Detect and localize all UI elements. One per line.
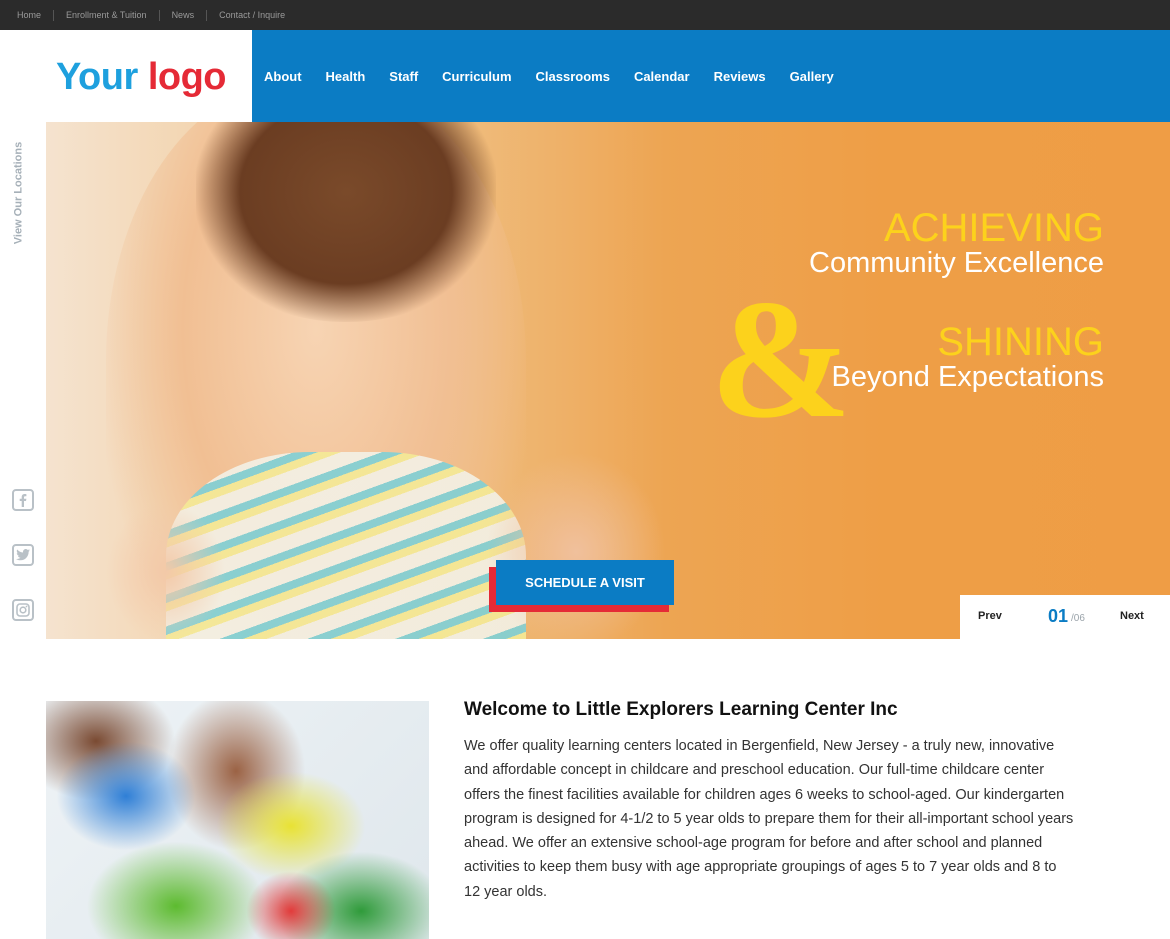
nav-item-calendar[interactable]: Calendar — [634, 69, 690, 84]
view-locations-label: View Our Locations — [12, 141, 25, 245]
hero-line-shining: SHINING — [937, 320, 1104, 364]
logo-word-logo: logo — [147, 56, 227, 98]
hero-ampersand: & — [710, 265, 852, 453]
hero-line-beyond: Beyond Expectations — [831, 361, 1104, 393]
nav-item-reviews[interactable]: Reviews — [714, 69, 766, 84]
hero-headline: & ACHIEVING Community Excellence SHINING… — [684, 206, 1104, 444]
utility-link-enrollment[interactable]: Enrollment & Tuition — [41, 10, 147, 21]
main-nav-list: About Health Staff Curriculum Classrooms… — [252, 30, 1170, 122]
nav-item-health[interactable]: Health — [326, 69, 366, 84]
slider-prev-button[interactable]: Prev — [978, 610, 1002, 622]
view-locations-link[interactable]: View Our Locations — [9, 142, 29, 245]
main-nav: About Health Staff Curriculum Classrooms… — [252, 30, 1170, 122]
utility-link-home[interactable]: Home — [17, 10, 41, 20]
instagram-glyph — [16, 603, 30, 617]
slider-current-index: 01 — [1048, 606, 1069, 626]
instagram-icon[interactable] — [12, 599, 34, 621]
hero-line-community: Community Excellence — [809, 247, 1104, 279]
utility-link-news[interactable]: News — [147, 10, 195, 21]
utility-links: Home Enrollment & Tuition News Contact /… — [0, 0, 1170, 30]
hero-slider: & ACHIEVING Community Excellence SHINING… — [46, 122, 1170, 639]
nav-item-staff[interactable]: Staff — [389, 69, 418, 84]
hero-line-achieving: ACHIEVING — [883, 206, 1104, 250]
nav-item-gallery[interactable]: Gallery — [790, 69, 834, 84]
nav-item-classrooms[interactable]: Classrooms — [536, 69, 610, 84]
facebook-icon[interactable] — [12, 489, 34, 511]
facebook-glyph — [19, 494, 27, 507]
welcome-title: Welcome to Little Explorers Learning Cen… — [464, 699, 898, 720]
logo-word-your: Your — [56, 56, 138, 98]
welcome-body: We offer quality learning centers locate… — [464, 738, 1074, 900]
finger-paint-image — [46, 701, 429, 939]
slider-next-button[interactable]: Next — [1120, 610, 1144, 622]
nav-item-about[interactable]: About — [264, 69, 302, 84]
hero-photo-hair — [196, 122, 496, 322]
twitter-icon[interactable] — [12, 544, 34, 566]
slider-total-count: /06 — [1071, 613, 1085, 624]
top-utility-bar: Home Enrollment & Tuition News Contact /… — [0, 0, 1170, 30]
utility-link-contact[interactable]: Contact / Inquire — [194, 10, 285, 21]
slider-pager: Prev 01 /06 Next — [960, 595, 1170, 639]
schedule-visit-button[interactable]: SCHEDULE A VISIT — [496, 560, 674, 605]
paint-blue-splash — [56, 741, 196, 851]
site-logo[interactable]: Your logo — [56, 55, 227, 99]
nav-item-curriculum[interactable]: Curriculum — [442, 69, 511, 84]
hero-photo-hand — [106, 502, 226, 639]
twitter-glyph — [16, 549, 30, 561]
